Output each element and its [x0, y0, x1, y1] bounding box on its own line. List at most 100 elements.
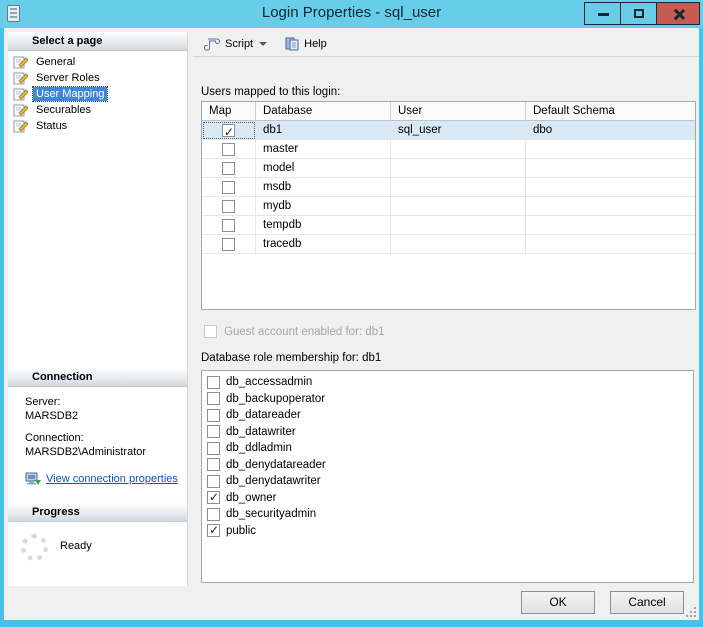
default-schema-cell[interactable] [526, 159, 695, 178]
table-row-tempdb[interactable]: tempdb [202, 216, 695, 235]
default-schema-cell[interactable] [526, 140, 695, 159]
database-cell[interactable]: db1 [256, 121, 391, 140]
role-item[interactable]: db_accessadmin [207, 374, 693, 391]
sidebar-item-securables[interactable]: Securables [13, 102, 185, 118]
role-label: db_datareader [226, 409, 301, 422]
role-membership-label: Database role membership for: db1 [201, 352, 382, 364]
default-schema-cell[interactable] [526, 216, 695, 235]
progress-header: Progress [8, 503, 187, 522]
table-row-mydb[interactable]: mydb [202, 197, 695, 216]
role-checkbox[interactable] [207, 507, 220, 521]
column-header-user[interactable]: User [391, 102, 526, 121]
page-icon [13, 104, 28, 117]
map-checkbox[interactable] [222, 161, 235, 175]
database-cell[interactable]: tracedb [256, 235, 391, 254]
help-button[interactable]: Help [281, 33, 331, 55]
column-header-map[interactable]: Map [202, 102, 256, 121]
user-cell[interactable] [391, 159, 526, 178]
map-checkbox[interactable] [222, 237, 235, 251]
help-button-label: Help [304, 38, 327, 50]
dialog-window: Login Properties - sql_user Select a pag… [0, 0, 703, 627]
view-connection-properties-link[interactable]: View connection properties [46, 473, 178, 485]
role-item[interactable]: db_backupoperator [207, 391, 693, 408]
select-a-page-header: Select a page [8, 32, 187, 51]
sidebar-item-general[interactable]: General [13, 54, 185, 70]
role-label: db_ddladmin [226, 442, 292, 455]
sidebar-item-status[interactable]: Status [13, 118, 185, 134]
connection-value: MARSDB2\Administrator [25, 446, 147, 458]
server-label: Server: [25, 396, 61, 408]
map-checkbox[interactable] [222, 142, 235, 156]
server-value: MARSDB2 [25, 410, 79, 422]
default-schema-cell[interactable] [526, 235, 695, 254]
database-cell[interactable]: master [256, 140, 391, 159]
role-checkbox[interactable] [207, 490, 220, 505]
database-cell[interactable]: msdb [256, 178, 391, 197]
progress-section: Progress Ready [8, 503, 187, 561]
database-cell[interactable]: model [256, 159, 391, 178]
map-checkbox[interactable] [222, 180, 235, 194]
user-cell[interactable]: sql_user [391, 121, 526, 140]
users-mapped-label: Users mapped to this login: [201, 86, 341, 98]
progress-spinner-icon [21, 534, 48, 561]
user-cell[interactable] [391, 235, 526, 254]
role-checkbox[interactable] [207, 425, 220, 439]
title-bar[interactable]: Login Properties - sql_user [0, 0, 703, 28]
role-checkbox[interactable] [207, 458, 220, 472]
table-row-msdb[interactable]: msdb [202, 178, 695, 197]
map-checkbox[interactable] [222, 199, 235, 213]
user-cell[interactable] [391, 197, 526, 216]
user-cell[interactable] [391, 178, 526, 197]
progress-status: Ready [60, 540, 92, 552]
table-row-db1[interactable]: db1 sql_user dbo [202, 121, 695, 141]
role-checkbox[interactable] [207, 408, 220, 422]
user-cell[interactable] [391, 216, 526, 235]
script-button[interactable]: Script [200, 33, 271, 55]
role-membership-list: db_accessadmin db_backupoperator db_data… [201, 370, 694, 583]
user-cell[interactable] [391, 140, 526, 159]
table-row-master[interactable]: master [202, 140, 695, 159]
map-checkbox[interactable] [222, 123, 235, 141]
role-item[interactable]: db_securityadmin [207, 506, 693, 523]
table-row-tracedb[interactable]: tracedb [202, 235, 695, 254]
table-row-model[interactable]: model [202, 159, 695, 178]
sidebar-item-label: General [36, 56, 76, 68]
role-checkbox[interactable] [207, 392, 220, 406]
cancel-button[interactable]: Cancel [610, 591, 684, 614]
role-item[interactable]: db_owner [207, 490, 693, 507]
ok-button[interactable]: OK [521, 591, 595, 614]
role-checkbox[interactable] [207, 474, 220, 488]
role-checkbox[interactable] [207, 523, 220, 538]
role-item[interactable]: public [207, 523, 693, 540]
minimize-icon [597, 12, 609, 16]
sidebar-item-server-roles[interactable]: Server Roles [13, 70, 185, 86]
sidebar-item-label: User Mapping [31, 86, 109, 102]
default-schema-cell[interactable]: dbo [526, 121, 695, 140]
column-header-database[interactable]: Database [256, 102, 391, 121]
role-item[interactable]: db_denydatareader [207, 457, 693, 474]
toolbar: Script Help [193, 32, 699, 57]
map-checkbox[interactable] [222, 218, 235, 232]
role-item[interactable]: db_denydatawriter [207, 473, 693, 490]
resize-grip[interactable] [686, 607, 696, 617]
role-item[interactable]: db_datareader [207, 407, 693, 424]
database-cell[interactable]: tempdb [256, 216, 391, 235]
role-label: db_accessadmin [226, 376, 313, 389]
role-label: db_securityadmin [226, 508, 317, 521]
role-checkbox[interactable] [207, 375, 220, 389]
role-checkbox[interactable] [207, 441, 220, 455]
sidebar-item-user-mapping[interactable]: User Mapping [13, 86, 185, 102]
script-icon [204, 37, 221, 51]
script-button-label: Script [225, 38, 254, 50]
default-schema-cell[interactable] [526, 178, 695, 197]
help-icon [285, 37, 300, 51]
role-item[interactable]: db_ddladmin [207, 440, 693, 457]
role-item[interactable]: db_datawriter [207, 424, 693, 441]
default-schema-cell[interactable] [526, 197, 695, 216]
maximize-button[interactable] [620, 2, 657, 25]
column-header-default-schema[interactable]: Default Schema [526, 102, 695, 121]
sidebar-item-label: Securables [36, 104, 92, 116]
close-button[interactable] [656, 2, 700, 25]
database-cell[interactable]: mydb [256, 197, 391, 216]
minimize-button[interactable] [584, 2, 621, 25]
